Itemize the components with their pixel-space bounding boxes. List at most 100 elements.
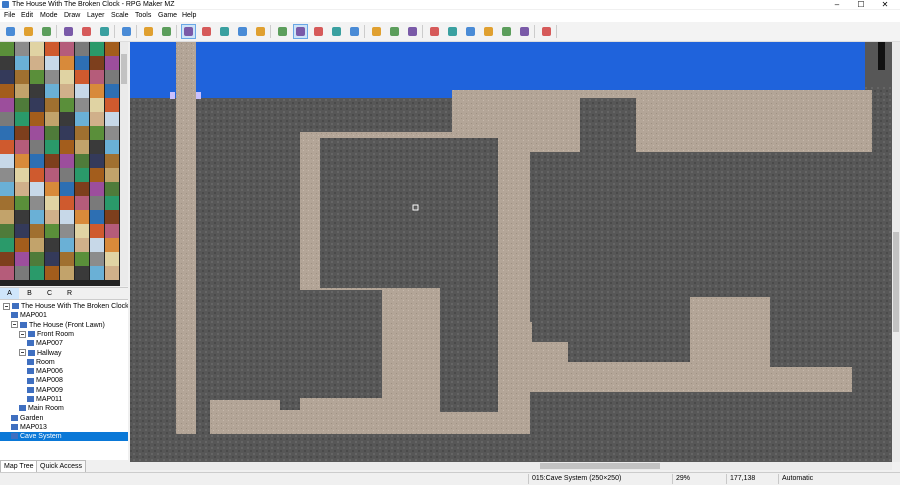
zoom-out-icon[interactable] <box>388 25 401 38</box>
palette-tile[interactable] <box>45 70 59 84</box>
palette-tile[interactable] <box>30 42 44 56</box>
palette-tile[interactable] <box>30 84 44 98</box>
palette-tile[interactable] <box>30 98 44 112</box>
palette-tile[interactable] <box>60 238 74 252</box>
palette-scroll-thumb[interactable] <box>121 54 127 84</box>
palette-tile[interactable] <box>60 70 74 84</box>
menu-game[interactable]: Game <box>158 10 177 22</box>
palette-tile[interactable] <box>30 182 44 196</box>
menu-scale[interactable]: Scale <box>111 10 129 22</box>
palette-tile[interactable] <box>75 140 89 154</box>
open-project-icon[interactable] <box>22 25 35 38</box>
palette-tile[interactable] <box>30 252 44 266</box>
collapse-icon[interactable] <box>11 321 18 329</box>
tab-palette-r[interactable]: R <box>60 288 79 299</box>
close-button[interactable]: ✕ <box>876 0 894 9</box>
palette-tile[interactable] <box>15 98 29 112</box>
palette-tile[interactable] <box>75 154 89 168</box>
palette-tile[interactable] <box>105 84 119 98</box>
palette-tile[interactable] <box>75 238 89 252</box>
palette-tile[interactable] <box>105 196 119 210</box>
zoom-actual-icon[interactable] <box>406 25 419 38</box>
palette-tile[interactable] <box>75 252 89 266</box>
palette-tile[interactable] <box>0 112 14 126</box>
palette-tile[interactable] <box>30 112 44 126</box>
layer-2-icon[interactable] <box>218 25 231 38</box>
palette-tile[interactable] <box>45 196 59 210</box>
palette-tile[interactable] <box>0 252 14 266</box>
map-tree-item[interactable]: Garden <box>0 414 128 423</box>
palette-tile[interactable] <box>45 238 59 252</box>
palette-tile[interactable] <box>0 42 14 56</box>
palette-tile[interactable] <box>60 126 74 140</box>
palette-tile[interactable] <box>90 154 104 168</box>
palette-tile[interactable] <box>45 112 59 126</box>
palette-tile[interactable] <box>30 210 44 224</box>
event-mode-icon[interactable] <box>160 25 173 38</box>
palette-tile[interactable] <box>15 252 29 266</box>
palette-tile[interactable] <box>0 238 14 252</box>
palette-tile[interactable] <box>90 140 104 154</box>
palette-tile[interactable] <box>60 182 74 196</box>
palette-tile[interactable] <box>90 42 104 56</box>
palette-tile[interactable] <box>60 266 74 280</box>
flood-fill-icon[interactable] <box>330 25 343 38</box>
map-tree-item[interactable]: Cave System <box>0 432 128 442</box>
palette-tile[interactable] <box>105 252 119 266</box>
palette-tile[interactable] <box>60 154 74 168</box>
palette-tile[interactable] <box>105 140 119 154</box>
palette-tile[interactable] <box>60 112 74 126</box>
layer-1-icon[interactable] <box>200 25 213 38</box>
palette-tile[interactable] <box>30 238 44 252</box>
map-view[interactable] <box>130 42 892 462</box>
palette-tile[interactable] <box>60 56 74 70</box>
palette-tile[interactable] <box>15 266 29 280</box>
collapse-icon[interactable] <box>3 302 10 310</box>
palette-tile[interactable] <box>105 70 119 84</box>
palette-tile[interactable] <box>105 98 119 112</box>
menu-tools[interactable]: Tools <box>135 10 151 22</box>
menu-draw[interactable]: Draw <box>64 10 80 22</box>
palette-tile[interactable] <box>75 210 89 224</box>
menu-edit[interactable]: Edit <box>21 10 33 22</box>
map-tree-item[interactable]: MAP013 <box>0 423 128 432</box>
palette-tile[interactable] <box>60 98 74 112</box>
menu-help[interactable]: Help <box>182 10 196 22</box>
palette-tile[interactable] <box>0 70 14 84</box>
palette-tile[interactable] <box>45 182 59 196</box>
map-tree-item[interactable]: MAP008 <box>0 376 128 385</box>
collapse-icon[interactable] <box>19 349 26 357</box>
palette-tile[interactable] <box>15 56 29 70</box>
menu-mode[interactable]: Mode <box>40 10 58 22</box>
palette-tile[interactable] <box>0 98 14 112</box>
shadow-pen-icon[interactable] <box>348 25 361 38</box>
palette-tile[interactable] <box>0 56 14 70</box>
map-tree-item[interactable]: The House (Front Lawn) <box>0 321 128 330</box>
map-tree-item[interactable]: The House With The Broken Clock <box>0 302 128 311</box>
palette-tile[interactable] <box>105 56 119 70</box>
palette-tile[interactable] <box>15 84 29 98</box>
palette-tile[interactable] <box>45 84 59 98</box>
palette-tile[interactable] <box>0 266 14 280</box>
menu-file[interactable]: File <box>4 10 15 22</box>
palette-tile[interactable] <box>30 56 44 70</box>
rectangle-icon[interactable] <box>293 24 308 39</box>
palette-tile[interactable] <box>15 140 29 154</box>
palette-tile[interactable] <box>90 98 104 112</box>
map-tree-item[interactable]: MAP001 <box>0 311 128 320</box>
new-project-icon[interactable] <box>4 25 17 38</box>
palette-tile[interactable] <box>75 98 89 112</box>
layer-3-icon[interactable] <box>236 25 249 38</box>
layer-4-icon[interactable] <box>254 25 267 38</box>
minimize-button[interactable]: – <box>828 0 846 9</box>
tab-palette-b[interactable]: B <box>20 288 39 299</box>
palette-tile[interactable] <box>45 224 59 238</box>
palette-tile[interactable] <box>105 112 119 126</box>
palette-tile[interactable] <box>90 238 104 252</box>
palette-tile[interactable] <box>0 224 14 238</box>
palette-tile[interactable] <box>15 42 29 56</box>
palette-scrollbar[interactable] <box>120 42 128 286</box>
palette-tile[interactable] <box>60 168 74 182</box>
palette-tile[interactable] <box>90 210 104 224</box>
palette-tile[interactable] <box>75 84 89 98</box>
